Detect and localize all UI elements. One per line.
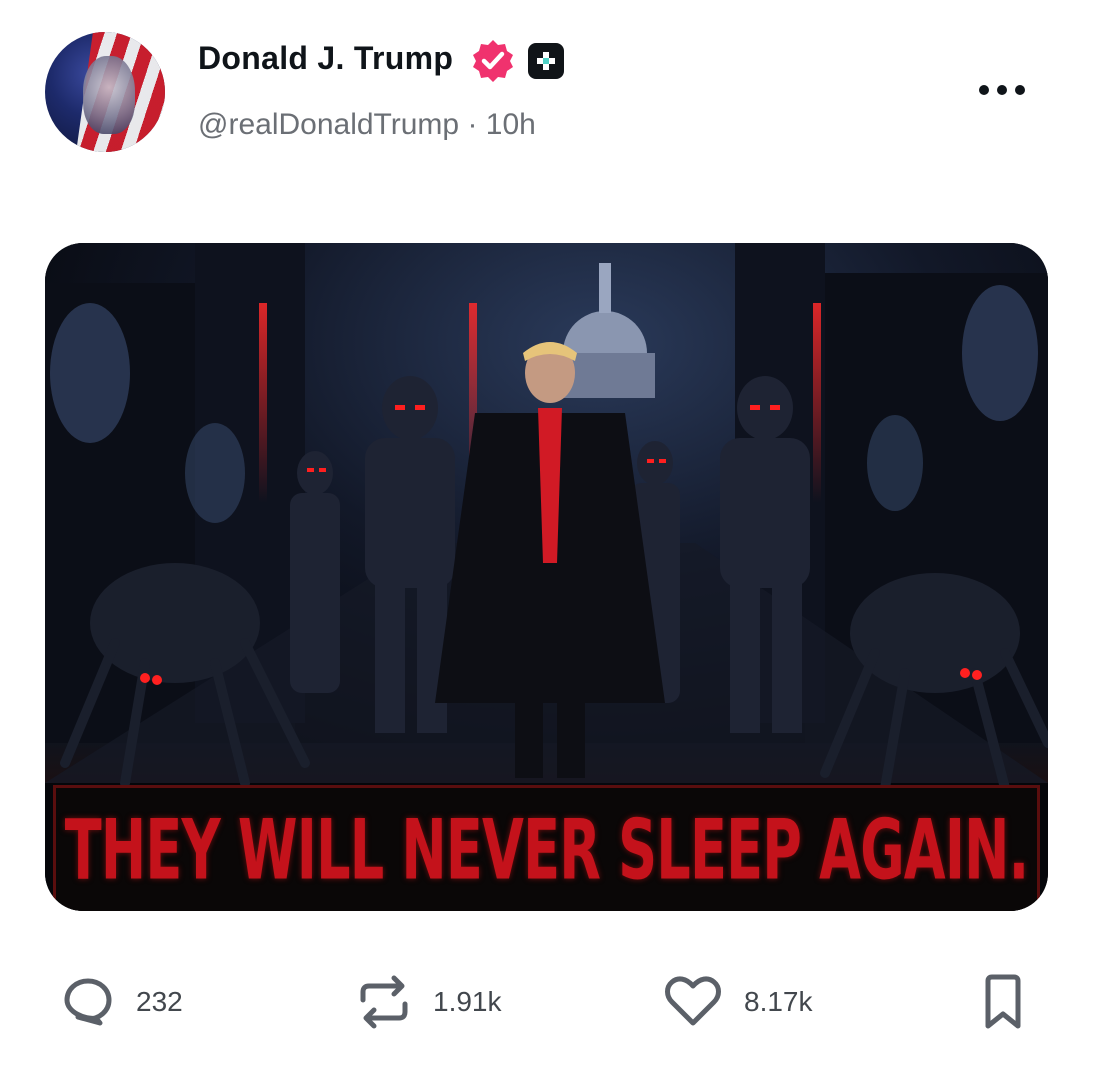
meta-separator: ·: [467, 108, 478, 141]
heart-icon: [665, 976, 721, 1026]
post-time[interactable]: 10h: [486, 108, 536, 141]
repost-count: 1.91k: [433, 986, 502, 1017]
repost-button[interactable]: 1.91k: [357, 972, 502, 1032]
bookmark-button[interactable]: [982, 972, 1024, 1032]
more-options-button[interactable]: [972, 78, 1032, 102]
plus-badge-icon: [528, 43, 564, 79]
like-button[interactable]: 8.17k: [664, 972, 813, 1032]
image-caption-banner: THEY WILL NEVER SLEEP AGAIN.: [53, 785, 1040, 911]
repost-icon: [360, 975, 408, 1029]
like-count: 8.17k: [744, 986, 813, 1017]
post-image[interactable]: THEY WILL NEVER SLEEP AGAIN.: [45, 243, 1048, 911]
more-dots-icon: [979, 85, 989, 95]
reply-icon: [64, 978, 112, 1026]
bookmark-icon: [985, 974, 1021, 1029]
avatar[interactable]: [45, 32, 165, 152]
reply-button[interactable]: 232: [62, 972, 183, 1032]
verified-badge-icon: [470, 38, 516, 84]
post-meta: @realDonaldTrump · 10h: [198, 108, 536, 142]
author-handle[interactable]: @realDonaldTrump: [198, 108, 459, 141]
author-name[interactable]: Donald J. Trump: [198, 40, 453, 77]
reply-count: 232: [136, 986, 183, 1017]
more-dot: [997, 85, 1007, 95]
image-caption-text: THEY WILL NEVER SLEEP AGAIN.: [64, 801, 1029, 899]
avatar-face: [83, 56, 135, 134]
more-dot: [1015, 85, 1025, 95]
